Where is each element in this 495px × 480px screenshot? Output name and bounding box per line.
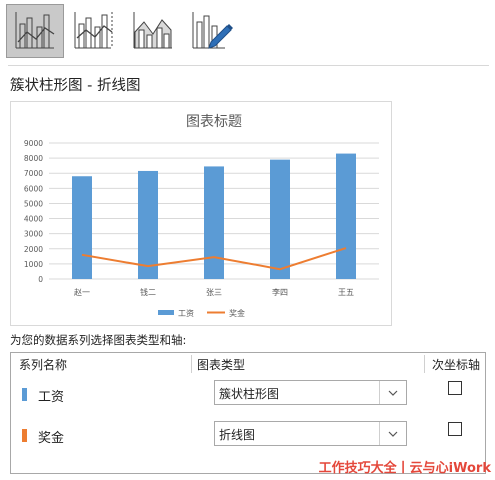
y-tick-label: 2000 bbox=[24, 245, 43, 254]
bar-工资 bbox=[72, 176, 92, 279]
header-chart-type: 图表类型 bbox=[197, 358, 246, 372]
series-name: 奖金 bbox=[38, 431, 65, 446]
series-table: 系列名称 图表类型 次坐标轴 工资 簇状柱形图 奖金 折线图 bbox=[10, 352, 486, 474]
y-tick-label: 4000 bbox=[24, 215, 43, 224]
clustered-column-line-icon bbox=[12, 8, 58, 54]
header-divider bbox=[424, 355, 425, 373]
y-tick-label: 7000 bbox=[24, 169, 43, 178]
chart-preview: 图表标题 0 1000 2000 3000 4000 5000 6000 7000 8000 900… bbox=[10, 101, 392, 326]
chart-type-toolbar bbox=[6, 4, 242, 60]
stacked-area-column-icon bbox=[130, 8, 176, 54]
clustered-column-line-secondary-axis-button[interactable] bbox=[65, 4, 123, 58]
chart-type-select[interactable]: 折线图 bbox=[214, 421, 407, 446]
chart-type-select[interactable]: 簇状柱形图 bbox=[214, 380, 407, 405]
series-row-salary: 工资 簇状柱形图 bbox=[11, 380, 485, 410]
clustered-column-line-secondary-axis-icon bbox=[71, 8, 117, 54]
y-tick-label: 0 bbox=[38, 275, 43, 284]
x-tick-label: 张三 bbox=[206, 288, 222, 297]
clustered-column-line-button[interactable] bbox=[6, 4, 64, 58]
x-tick-label: 钱二 bbox=[140, 287, 156, 297]
x-tick-label: 王五 bbox=[338, 288, 354, 297]
legend-swatch-工资 bbox=[158, 310, 174, 315]
series-color-swatch bbox=[22, 429, 27, 442]
legend-label: 奖金 bbox=[229, 308, 245, 318]
y-tick-label: 5000 bbox=[24, 199, 43, 208]
secondary-axis-checkbox[interactable] bbox=[448, 422, 462, 436]
chart-svg: 图表标题 0 1000 2000 3000 4000 5000 6000 7000 8000 900… bbox=[24, 114, 379, 318]
x-tick-label: 赵一 bbox=[74, 287, 90, 297]
bar-工资 bbox=[204, 166, 224, 279]
y-tick-label: 3000 bbox=[24, 230, 43, 239]
toolbar-divider bbox=[8, 65, 489, 66]
chart-title: 图表标题 bbox=[186, 114, 242, 130]
header-divider bbox=[191, 355, 192, 373]
secondary-axis-checkbox[interactable] bbox=[448, 381, 462, 395]
custom-combination-icon bbox=[189, 8, 235, 54]
watermark-text: 工作技巧大全丨云与心iWork bbox=[318, 461, 491, 476]
chart-type-value: 折线图 bbox=[219, 428, 256, 442]
legend-label: 工资 bbox=[178, 308, 194, 318]
series-name: 工资 bbox=[38, 390, 65, 405]
series-color-swatch bbox=[22, 388, 27, 401]
y-tick-label: 6000 bbox=[24, 184, 43, 193]
bar-工资 bbox=[138, 170, 158, 279]
x-tick-label: 李四 bbox=[272, 287, 288, 297]
stacked-area-column-button[interactable] bbox=[124, 4, 182, 58]
y-tick-label: 9000 bbox=[24, 139, 43, 148]
header-series-name: 系列名称 bbox=[19, 358, 68, 372]
bar-工资 bbox=[270, 159, 290, 279]
bar-工资 bbox=[336, 153, 356, 279]
chart-type-value: 簇状柱形图 bbox=[219, 387, 280, 401]
y-tick-label: 8000 bbox=[24, 154, 43, 163]
custom-combination-button[interactable] bbox=[183, 4, 241, 58]
series-row-bonus: 奖金 折线图 bbox=[11, 421, 485, 451]
header-secondary-axis: 次坐标轴 bbox=[432, 358, 481, 372]
chevron-down-icon[interactable] bbox=[379, 381, 406, 404]
y-tick-label: 1000 bbox=[24, 260, 43, 269]
combination-type-title: 簇状柱形图 - 折线图 bbox=[10, 78, 141, 94]
series-chart-type-prompt: 为您的数据系列选择图表类型和轴: bbox=[10, 333, 187, 347]
chevron-down-icon[interactable] bbox=[379, 422, 406, 445]
